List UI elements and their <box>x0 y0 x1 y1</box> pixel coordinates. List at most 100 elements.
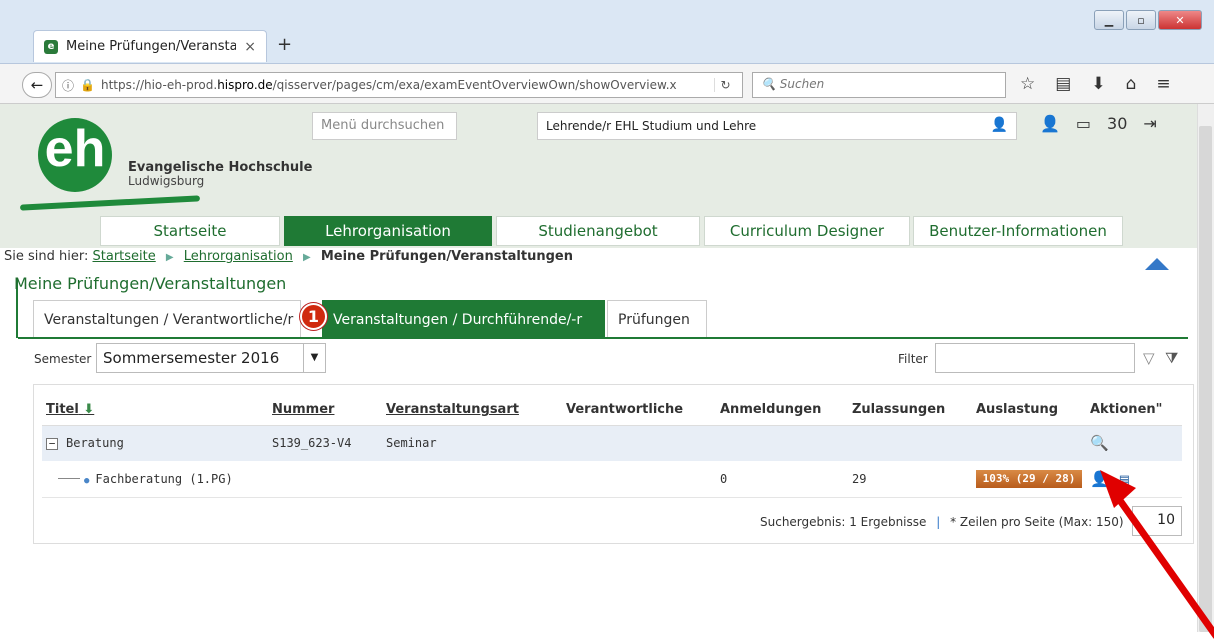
cell-verantwortliche <box>562 425 716 462</box>
tree-connector <box>58 477 80 479</box>
home-icon[interactable]: ⌂ <box>1126 74 1137 94</box>
browser-toolbar-icons: ☆ ▤ ⬇ ⌂ ≡ <box>1020 74 1171 94</box>
breadcrumb-lehrorganisation[interactable]: Lehrorganisation <box>184 249 293 264</box>
semester-label: Semester <box>34 352 92 366</box>
new-tab-button[interactable]: + <box>277 34 292 55</box>
sort-down-icon[interactable]: ⬇ <box>83 402 94 417</box>
filter-label: Filter <box>898 352 928 366</box>
breadcrumb-startseite[interactable]: Startseite <box>93 249 156 264</box>
cell-auslastung <box>972 425 1086 462</box>
browser-navbar: ← ⓘ 🔒 https://hio-eh-prod.hispro.de/qiss… <box>0 64 1214 104</box>
logo-name: Evangelische Hochschule <box>128 160 313 175</box>
cell-zulassungen: 29 <box>848 461 972 498</box>
cell-titel: − Beratung <box>42 425 268 462</box>
download-icon[interactable]: ⬇ <box>1091 74 1105 94</box>
chevron-down-icon[interactable]: ▼ <box>303 344 325 372</box>
logo-swoosh <box>19 195 201 211</box>
semester-select[interactable]: Sommersemester 2016 ▼ <box>96 343 326 373</box>
tab-veranstaltungen-verantwortliche[interactable]: Veranstaltungen / Verantwortliche/r <box>33 300 301 338</box>
info-icon[interactable]: ⓘ <box>62 77 74 94</box>
rows-per-page-input[interactable]: 10 <box>1132 506 1182 536</box>
browser-tab[interactable]: e Meine Prüfungen/Veransta... × <box>33 30 267 62</box>
maximize-button[interactable]: ▫ <box>1126 10 1156 30</box>
cell-verantwortliche <box>562 461 716 498</box>
page-scrollbar-thumb[interactable] <box>1199 126 1212 632</box>
search-details-icon[interactable]: 🔍 <box>1090 434 1109 452</box>
browser-titlebar: e Meine Prüfungen/Veransta... × + ▁ ▫ ✕ <box>0 0 1214 64</box>
header-icons: 👤 ▭ 30 ⇥ <box>1040 114 1157 133</box>
cell-anmeldungen: 0 <box>716 461 848 498</box>
breadcrumb-separator-icon: ▶ <box>302 252 311 263</box>
lock-icon: 🔒 <box>80 78 95 92</box>
collapse-icon[interactable]: − <box>46 437 58 450</box>
col-aktionen: Aktionen" <box>1086 395 1182 426</box>
page-title: Meine Prüfungen/Veranstaltungen <box>14 274 287 293</box>
back-button[interactable]: ← <box>22 72 52 98</box>
collapse-header-icon[interactable] <box>1145 258 1169 270</box>
url-bar[interactable]: ⓘ 🔒 https://hio-eh-prod.hispro.de/qisser… <box>55 72 743 98</box>
result-count: Suchergebnis: 1 Ergebnisse <box>760 515 927 529</box>
nav-startseite[interactable]: Startseite <box>100 216 280 246</box>
cell-art: Seminar <box>382 425 562 462</box>
role-select[interactable]: Lehrende/r EHL Studium und Lehre 👤 <box>537 112 1017 140</box>
participants-icon[interactable]: 👤 <box>1090 470 1109 488</box>
breadcrumb-current: Meine Prüfungen/Veranstaltungen <box>320 249 573 264</box>
message-count[interactable]: 30 <box>1107 114 1127 133</box>
col-titel[interactable]: Titel ⬇ <box>42 395 268 426</box>
nav-lehrorganisation[interactable]: Lehrorganisation <box>284 216 492 246</box>
tab-title: Meine Prüfungen/Veransta... <box>66 39 237 54</box>
menu-search-input[interactable]: Menü durchsuchen <box>312 112 457 140</box>
logo-mark: eh <box>38 118 112 192</box>
result-summary: Suchergebnis: 1 Ergebnisse | * Zeilen pr… <box>760 515 1124 529</box>
site-favicon-icon: e <box>44 39 58 54</box>
col-nummer[interactable]: Nummer <box>268 395 382 426</box>
logout-icon[interactable]: ⇥ <box>1143 114 1156 133</box>
cell-nummer: S139_623-V4 <box>268 425 382 462</box>
url-text: https://hio-eh-prod.hispro.de/qisserver/… <box>100 78 677 92</box>
col-auslastung: Auslastung <box>972 395 1086 426</box>
nav-benutzer-informationen[interactable]: Benutzer-Informationen <box>913 216 1123 246</box>
tab-veranstaltungen-durchfuehrende[interactable]: Veranstaltungen / Durchführende/-r <box>322 300 605 338</box>
col-anmeldungen: Anmeldungen <box>716 395 848 426</box>
bookmark-star-icon[interactable]: ☆ <box>1020 74 1035 94</box>
breadcrumb-prefix: Sie sind hier: <box>4 249 89 264</box>
semester-value: Sommersemester 2016 <box>103 349 280 367</box>
tab-close-icon[interactable]: × <box>244 39 256 55</box>
logo-city: Ludwigsburg <box>128 174 205 188</box>
cell-anmeldungen <box>716 425 848 462</box>
tree-node-icon: ● <box>84 476 90 486</box>
nav-curriculum-designer[interactable]: Curriculum Designer <box>704 216 910 246</box>
cell-zulassungen <box>848 425 972 462</box>
reload-icon[interactable]: ↻ <box>714 78 736 92</box>
filter-input[interactable] <box>935 343 1135 373</box>
menu-icon[interactable]: ≡ <box>1156 74 1170 94</box>
col-veranstaltungsart[interactable]: Veranstaltungsart <box>382 395 562 426</box>
cell-aktionen: 👤 ▤ <box>1086 461 1182 498</box>
nav-studienangebot[interactable]: Studienangebot <box>496 216 700 246</box>
site-logo[interactable]: eh Evangelische Hochschule Ludwigsburg <box>18 110 312 211</box>
cell-auslastung: 103% (29 / 28) <box>972 461 1086 498</box>
col-verantwortliche: Verantwortliche <box>562 395 716 426</box>
breadcrumb-separator-icon: ▶ <box>165 252 174 263</box>
minimize-button[interactable]: ▁ <box>1094 10 1124 30</box>
reading-list-icon[interactable]: ▤ <box>1055 74 1071 94</box>
clear-filter-icon[interactable]: ⧩ <box>1165 349 1178 367</box>
perpage-label: * Zeilen pro Seite (Max: 150) <box>950 515 1124 529</box>
tabs-underline <box>18 337 1188 339</box>
step-badge: 1 <box>300 303 327 330</box>
breadcrumb: Sie sind hier: Startseite ▶ Lehrorganisa… <box>0 249 573 269</box>
user-icon[interactable]: 👤 <box>1040 114 1060 133</box>
browser-search-input[interactable]: 🔍 Suchen <box>752 72 1006 98</box>
table-row: − Beratung S139_623-V4 Seminar 🔍 <box>42 425 1182 462</box>
message-icon[interactable]: ▭ <box>1076 114 1091 133</box>
filter-icon[interactable]: ▽ <box>1143 349 1155 367</box>
role-switch-icon[interactable]: 👤 <box>991 117 1008 133</box>
cell-art <box>382 461 562 498</box>
tab-pruefungen[interactable]: Prüfungen <box>607 300 707 338</box>
close-window-button[interactable]: ✕ <box>1158 10 1202 30</box>
col-zulassungen: Zulassungen <box>848 395 972 426</box>
role-value: Lehrende/r EHL Studium und Lehre <box>546 119 757 133</box>
list-icon[interactable]: ▤ <box>1120 470 1129 488</box>
cell-aktionen: 🔍 <box>1086 425 1182 462</box>
table-row: ● Fachberatung (1.PG) 0 29 103% (29 / 28)… <box>42 461 1182 498</box>
